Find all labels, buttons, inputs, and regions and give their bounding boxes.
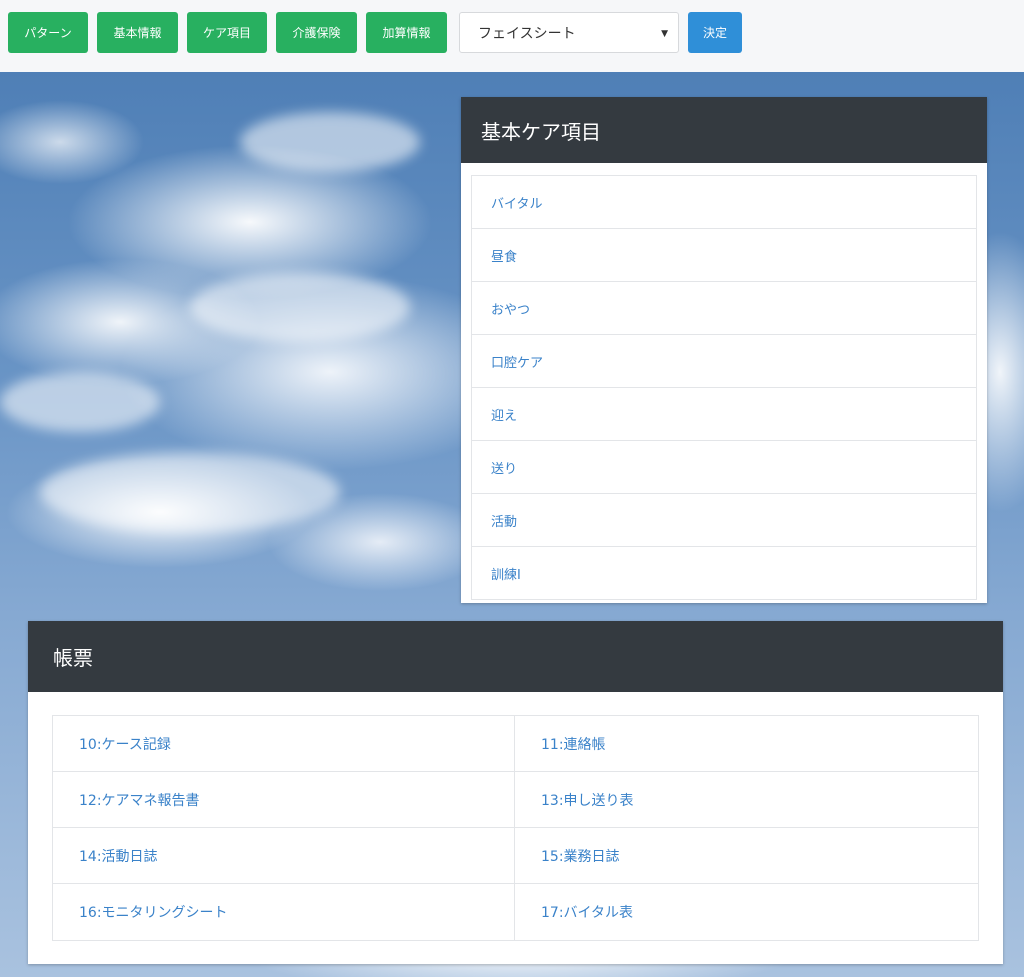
- basic-info-button[interactable]: 基本情報: [97, 12, 178, 53]
- care-item-dropoff[interactable]: 送り: [472, 441, 976, 494]
- form-link-activity-diary[interactable]: 14:活動日誌: [53, 828, 515, 884]
- care-items-button[interactable]: ケア項目: [187, 12, 267, 53]
- form-link-care-manager-report[interactable]: 12:ケアマネ報告書: [53, 772, 515, 828]
- form-link-case-record[interactable]: 10:ケース記録: [53, 716, 515, 772]
- forms-table: 10:ケース記録 11:連絡帳 12:ケアマネ報告書 13:申し送り表 14:活…: [52, 715, 979, 941]
- care-item-vital[interactable]: バイタル: [472, 176, 976, 229]
- care-item-oral-care[interactable]: 口腔ケア: [472, 335, 976, 388]
- care-item-list: バイタル 昼食 おやつ 口腔ケア 迎え 送り 活動 訓練Ⅰ: [471, 175, 977, 600]
- care-item-pickup[interactable]: 迎え: [472, 388, 976, 441]
- form-link-vital-chart[interactable]: 17:バイタル表: [515, 884, 978, 940]
- form-link-work-diary[interactable]: 15:業務日誌: [515, 828, 978, 884]
- caret-down-icon: ▼: [661, 29, 668, 39]
- toolbar: パターン 基本情報 ケア項目 介護保険 加算情報 フェイスシート ▼ 決定: [0, 0, 1024, 72]
- form-link-monitoring-sheet[interactable]: 16:モニタリングシート: [53, 884, 515, 940]
- basic-care-panel: 基本ケア項目 バイタル 昼食 おやつ 口腔ケア 迎え 送り 活動 訓練Ⅰ: [461, 97, 987, 603]
- care-item-training-1[interactable]: 訓練Ⅰ: [472, 547, 976, 600]
- care-insurance-button[interactable]: 介護保険: [276, 12, 357, 53]
- decide-button[interactable]: 決定: [688, 12, 742, 53]
- care-item-activity[interactable]: 活動: [472, 494, 976, 547]
- basic-care-panel-title: 基本ケア項目: [461, 97, 987, 163]
- care-item-snack[interactable]: おやつ: [472, 282, 976, 335]
- form-link-handover-sheet[interactable]: 13:申し送り表: [515, 772, 978, 828]
- forms-panel-title: 帳票: [28, 621, 1003, 692]
- forms-panel: 帳票 10:ケース記録 11:連絡帳 12:ケアマネ報告書 13:申し送り表 1…: [28, 621, 1003, 964]
- pattern-button[interactable]: パターン: [8, 12, 88, 53]
- sheet-select-value: フェイスシート: [478, 25, 576, 42]
- form-link-contact-book[interactable]: 11:連絡帳: [515, 716, 978, 772]
- addition-info-button[interactable]: 加算情報: [366, 12, 447, 53]
- sheet-select[interactable]: フェイスシート ▼: [459, 12, 679, 53]
- care-item-lunch[interactable]: 昼食: [472, 229, 976, 282]
